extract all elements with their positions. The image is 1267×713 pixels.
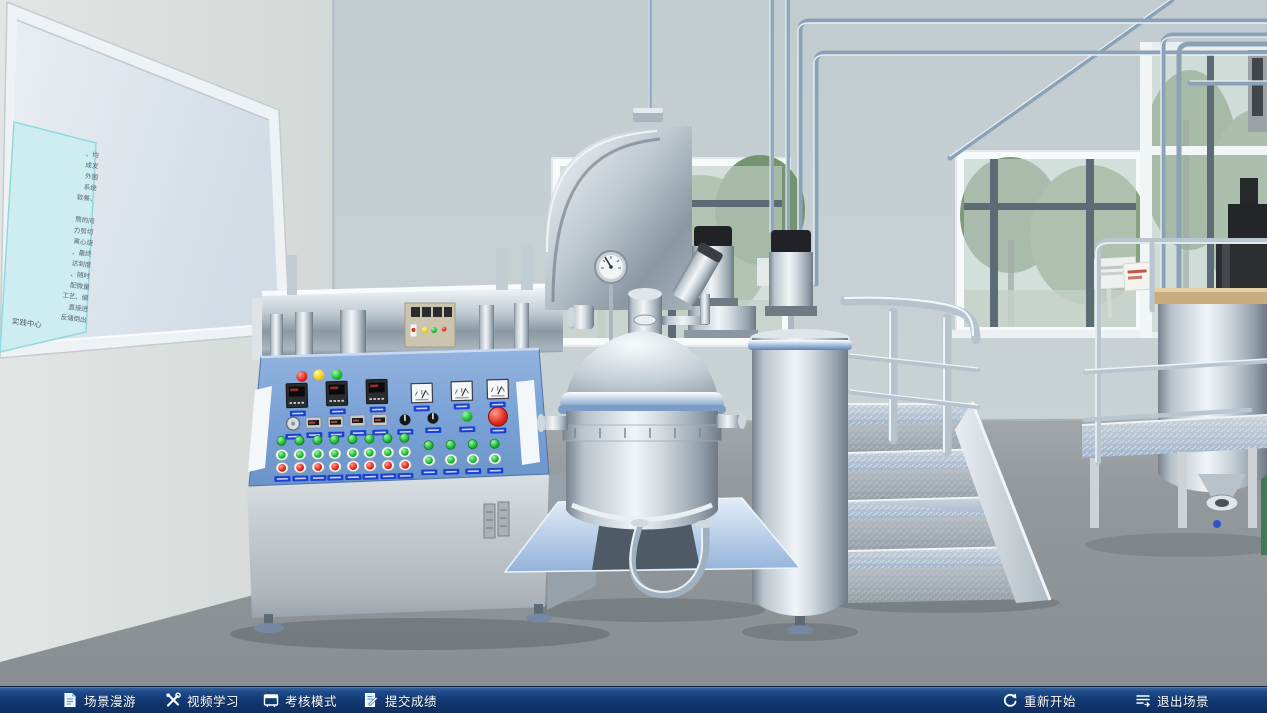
analog-meter bbox=[451, 381, 472, 401]
counter-display bbox=[306, 417, 321, 428]
analog-meter bbox=[487, 379, 508, 399]
electrical-box bbox=[405, 303, 455, 347]
menu-item-submit-score[interactable]: 提交成绩 bbox=[363, 687, 437, 713]
menu-label: 视频学习 bbox=[187, 691, 239, 710]
emergency-stop-button[interactable] bbox=[488, 407, 507, 426]
menu-item-exit-scene[interactable]: 退出场景 bbox=[1135, 687, 1209, 713]
panel-label bbox=[290, 411, 306, 417]
panel-label bbox=[490, 428, 506, 434]
temp-controller[interactable] bbox=[326, 381, 348, 406]
temp-controller[interactable] bbox=[286, 383, 308, 408]
menu-label: 提交成绩 bbox=[385, 691, 437, 710]
edit-document-icon bbox=[363, 692, 379, 708]
restart-icon bbox=[1002, 692, 1018, 708]
menu-item-video-learning[interactable]: 视频学习 bbox=[165, 687, 239, 713]
analog-meter bbox=[411, 383, 432, 403]
tools-icon bbox=[165, 692, 181, 708]
menu-label: 退出场景 bbox=[1157, 691, 1209, 710]
control-panel[interactable] bbox=[248, 349, 549, 486]
temp-controller[interactable] bbox=[366, 379, 388, 404]
panel-label bbox=[414, 405, 430, 411]
clamp-band bbox=[562, 425, 722, 441]
panel-label bbox=[454, 403, 470, 409]
bottom-toolbar: 场景漫游 视频学习 考核模式 提交成绩 重新开始 bbox=[0, 687, 1267, 713]
counter-display bbox=[372, 414, 387, 425]
menu-label: 场景漫游 bbox=[84, 691, 136, 710]
menu-label: 重新开始 bbox=[1024, 691, 1076, 710]
counter-display bbox=[328, 416, 343, 427]
menu-item-restart[interactable]: 重新开始 bbox=[1002, 687, 1076, 713]
panel-label bbox=[370, 407, 386, 413]
right-window bbox=[952, 151, 1150, 338]
menu-item-scene-roam[interactable]: 场景漫游 bbox=[62, 687, 136, 713]
far-sign bbox=[1123, 262, 1152, 291]
exit-icon bbox=[1135, 692, 1151, 708]
panel-label bbox=[330, 409, 346, 415]
simulation-viewport[interactable]: 、均 成发 外围 系统 软餐、 筒的间 力剪切 离心烧 、最终 达到度 、随时 … bbox=[0, 0, 1267, 713]
menu-item-assessment-mode[interactable]: 考核模式 bbox=[263, 687, 337, 713]
panel-label bbox=[459, 426, 475, 432]
panel-label bbox=[425, 427, 441, 433]
lid-elbow bbox=[567, 305, 594, 329]
counter-display bbox=[350, 415, 365, 426]
window-sill bbox=[952, 330, 1148, 338]
page-icon bbox=[62, 692, 78, 708]
3d-scene[interactable]: 、均 成发 外围 系统 软餐、 筒的间 力剪切 离心烧 、最终 达到度 、随时 … bbox=[0, 0, 1267, 687]
menu-label: 考核模式 bbox=[285, 691, 337, 710]
monitor-icon bbox=[263, 692, 279, 708]
valve-knob[interactable] bbox=[1213, 520, 1221, 528]
